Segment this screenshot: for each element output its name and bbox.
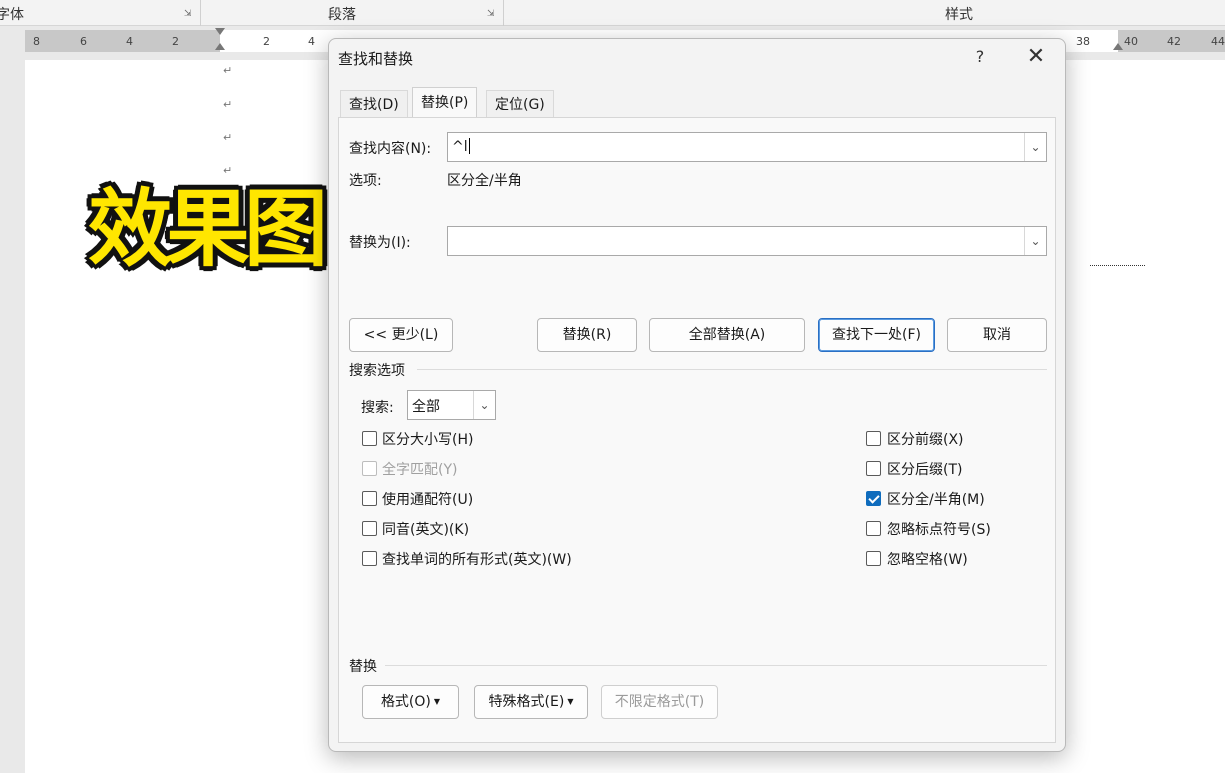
- ignore-punctuation-checkbox[interactable]: [866, 521, 881, 536]
- ruler-tick: 42: [1167, 35, 1181, 48]
- replace-button[interactable]: 替换(R): [537, 318, 637, 352]
- ruler-tick: 8: [33, 35, 40, 48]
- ribbon-group-labels: 字体 ⇲ 段落 ⇲ 样式: [0, 0, 1225, 26]
- close-button[interactable]: ✕: [1021, 44, 1051, 70]
- ignore-whitespace-label: 忽略空格(W): [887, 552, 968, 568]
- group-divider: [200, 0, 201, 26]
- ignore-punctuation-label: 忽略标点符号(S): [887, 522, 991, 538]
- whole-word-label: 全字匹配(Y): [382, 462, 458, 478]
- wildcards-label: 使用通配符(U): [382, 492, 474, 508]
- search-direction-label: 搜索:: [361, 400, 394, 416]
- dotted-separator: [1090, 265, 1145, 266]
- ruler-tick: 4: [308, 35, 315, 48]
- search-direction-value: 全部: [412, 399, 440, 415]
- tab-replace[interactable]: 替换(P): [412, 87, 478, 117]
- replace-all-button[interactable]: 全部替换(A): [649, 318, 805, 352]
- styles-group-label: 样式: [945, 7, 973, 23]
- format-button[interactable]: 格式(O) ▼: [362, 685, 459, 719]
- cancel-button[interactable]: 取消: [947, 318, 1047, 352]
- less-button[interactable]: << 更少(L): [349, 318, 453, 352]
- chevron-down-icon[interactable]: ⌄: [1024, 227, 1046, 255]
- effect-caption: 效果图: [88, 180, 328, 278]
- find-label: 查找内容(N):: [349, 141, 432, 157]
- ruler-tick: 44: [1211, 35, 1225, 48]
- ruler-tick: 2: [172, 35, 179, 48]
- replace-section-header: 替换: [349, 659, 377, 675]
- chevron-down-icon[interactable]: ⌄: [473, 391, 495, 419]
- options-value: 区分全/半角: [447, 173, 522, 189]
- dialog-title: 查找和替换: [338, 50, 414, 68]
- find-input-value: ^l: [452, 138, 470, 155]
- match-width-checkbox[interactable]: [866, 491, 881, 506]
- first-line-indent-marker-icon[interactable]: [215, 28, 225, 35]
- find-input[interactable]: ^l ⌄: [447, 132, 1047, 162]
- search-options-header: 搜索选项: [349, 363, 405, 379]
- replace-input[interactable]: ⌄: [447, 226, 1047, 256]
- whole-word-checkbox[interactable]: [362, 461, 377, 476]
- hanging-indent-marker-icon[interactable]: [215, 43, 225, 50]
- group-divider: [503, 0, 504, 26]
- all-word-forms-label: 查找单词的所有形式(英文)(W): [382, 552, 572, 568]
- replace-tab-panel: 查找内容(N): ^l ⌄ 选项: 区分全/半角 替换为(I): ⌄ << 更少…: [338, 117, 1056, 743]
- sounds-like-label: 同音(英文)(K): [382, 522, 470, 538]
- special-button[interactable]: 特殊格式(E) ▼: [474, 685, 588, 719]
- font-dialog-launcher-icon[interactable]: ⇲: [184, 9, 195, 20]
- ruler-tick: 4: [126, 35, 133, 48]
- match-case-label: 区分大小写(H): [382, 432, 474, 448]
- match-prefix-label: 区分前缀(X): [887, 432, 964, 448]
- right-indent-marker-icon[interactable]: [1113, 43, 1123, 50]
- wildcards-checkbox[interactable]: [362, 491, 377, 506]
- tab-find[interactable]: 查找(D): [340, 90, 408, 118]
- ruler-tick: 6: [80, 35, 87, 48]
- ruler-tick: 38: [1076, 35, 1090, 48]
- options-label: 选项:: [349, 173, 382, 189]
- all-word-forms-checkbox[interactable]: [362, 551, 377, 566]
- sounds-like-checkbox[interactable]: [362, 521, 377, 536]
- no-formatting-button[interactable]: 不限定格式(T): [601, 685, 718, 719]
- match-width-label: 区分全/半角(M): [887, 492, 985, 508]
- paragraph-group-label: 段落: [328, 7, 356, 23]
- match-suffix-checkbox[interactable]: [866, 461, 881, 476]
- replace-label: 替换为(I):: [349, 235, 411, 251]
- search-options-divider: [417, 369, 1047, 370]
- paragraph-mark-icon: ↵: [223, 98, 233, 111]
- match-prefix-checkbox[interactable]: [866, 431, 881, 446]
- font-group-label: 字体: [0, 7, 24, 23]
- match-suffix-label: 区分后缀(T): [887, 462, 963, 478]
- tab-goto[interactable]: 定位(G): [486, 90, 554, 118]
- paragraph-dialog-launcher-icon[interactable]: ⇲: [487, 9, 498, 20]
- match-case-checkbox[interactable]: [362, 431, 377, 446]
- ruler-tick: 40: [1124, 35, 1138, 48]
- dropdown-triangle-icon: ▼: [433, 697, 441, 706]
- find-replace-dialog: 查找和替换 ? ✕ 查找(D) 替换(P) 定位(G) 查找内容(N): ^l …: [328, 38, 1066, 752]
- help-button[interactable]: ?: [965, 44, 995, 70]
- chevron-down-icon[interactable]: ⌄: [1024, 133, 1046, 161]
- paragraph-mark-icon: ↵: [223, 131, 233, 144]
- search-direction-select[interactable]: 全部 ⌄: [407, 390, 496, 420]
- replace-section-divider: [385, 665, 1047, 666]
- paragraph-mark-icon: ↵: [223, 64, 233, 77]
- dropdown-triangle-icon: ▼: [567, 697, 574, 706]
- ignore-whitespace-checkbox[interactable]: [866, 551, 881, 566]
- find-next-button[interactable]: 查找下一处(F): [818, 318, 935, 352]
- ruler-tick: 2: [263, 35, 270, 48]
